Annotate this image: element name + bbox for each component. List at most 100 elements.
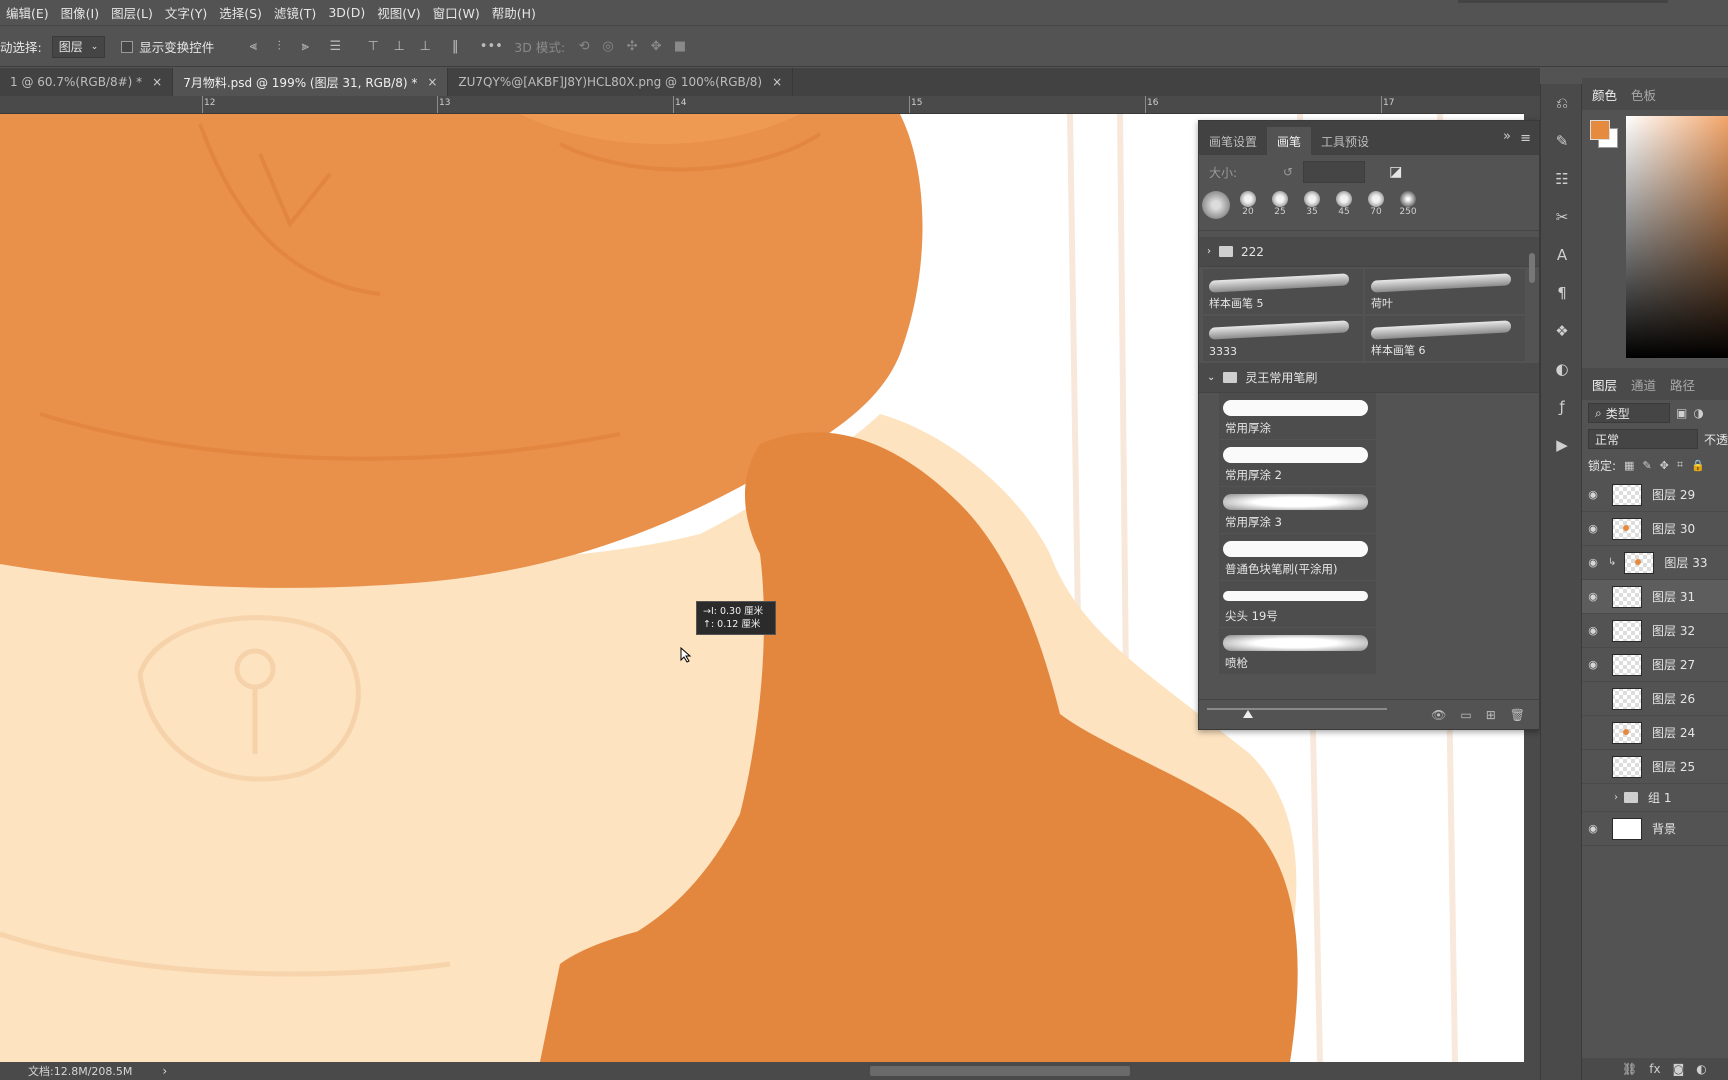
color-picker-field[interactable] [1626, 116, 1728, 358]
menu-type[interactable]: 文字(Y) [159, 3, 213, 22]
more-options-icon[interactable]: ••• [480, 38, 503, 56]
align-bottom-icon[interactable]: ⊥ [416, 38, 434, 56]
tab-channels[interactable]: 通道 [1627, 375, 1660, 394]
size-input[interactable] [1303, 161, 1366, 183]
layer-row[interactable]: ◉ 图层 29 [1582, 478, 1728, 512]
fx-icon[interactable]: fx [1649, 1062, 1660, 1076]
tab-document-2[interactable]: 7月物料.psd @ 199% (图层 31, RGB/8) * × [173, 68, 449, 96]
tab-layers[interactable]: 图层 [1588, 375, 1621, 394]
recent-brush[interactable]: 45 [1331, 191, 1357, 217]
recent-brush[interactable]: 250 [1395, 191, 1421, 217]
layer-row[interactable]: 图层 24 [1582, 716, 1728, 750]
menu-select[interactable]: 选择(S) [213, 3, 268, 22]
paragraph-icon[interactable]: ¶ [1541, 274, 1583, 312]
layer-row[interactable]: 图层 25 [1582, 750, 1728, 784]
image-filter-icon[interactable]: ▣ [1676, 406, 1687, 420]
3d-icon[interactable]: ❖ [1541, 312, 1583, 350]
eye-icon[interactable]: ◉ [1582, 590, 1604, 603]
3d-slide-icon[interactable]: ✥ [647, 38, 665, 56]
adjustment-filter-icon[interactable]: ◑ [1693, 406, 1703, 420]
reset-size-icon[interactable]: ↺ [1283, 165, 1293, 179]
brush-item[interactable]: 普通色块笔刷(平涂用) [1219, 534, 1376, 581]
layer-row[interactable]: ◉ ↳ 图层 33 [1582, 546, 1728, 580]
brush-item[interactable]: 荷叶 [1365, 269, 1525, 314]
align-top-icon[interactable]: ⊤ [364, 38, 382, 56]
eye-icon[interactable]: ◉ [1582, 556, 1604, 569]
layer-row[interactable]: ◉ 图层 30 [1582, 512, 1728, 546]
eye-icon[interactable]: ◉ [1582, 522, 1604, 535]
new-brush-icon[interactable]: ◪ [1389, 164, 1402, 180]
align-right-icon[interactable]: ⫸ [296, 38, 314, 56]
3d-orbit-icon[interactable]: ⟲ [575, 38, 593, 56]
slider-handle[interactable] [1243, 710, 1253, 718]
character-icon[interactable]: A [1541, 236, 1583, 274]
toggle-preview-icon[interactable]: 👁 [1431, 708, 1446, 722]
adjust-icon[interactable]: ◐ [1541, 350, 1583, 388]
brush-item[interactable]: 喷枪 [1219, 628, 1376, 675]
close-icon[interactable]: × [427, 75, 437, 89]
recent-brush[interactable] [1202, 191, 1230, 219]
close-icon[interactable]: × [772, 75, 782, 89]
recent-brush[interactable]: 70 [1363, 191, 1389, 217]
link-layers-icon[interactable]: ⛓ [1622, 1062, 1637, 1076]
tab-color[interactable]: 颜色 [1588, 85, 1621, 104]
layer-row-background[interactable]: ◉ 背景 [1582, 812, 1728, 846]
menu-3d[interactable]: 3D(D) [322, 5, 371, 20]
menu-edit[interactable]: 编辑(E) [0, 3, 55, 22]
recent-brush[interactable]: 20 [1235, 191, 1261, 217]
layer-filter-dropdown[interactable]: ⌕ 类型 [1588, 403, 1670, 423]
3d-camera-icon[interactable]: ■ [671, 38, 689, 56]
tab-paths[interactable]: 路径 [1666, 375, 1699, 394]
horizontal-ruler[interactable]: 12 13 14 15 16 17 [0, 96, 1524, 114]
menu-filter[interactable]: 滤镜(T) [268, 3, 322, 22]
menu-help[interactable]: 帮助(H) [486, 3, 542, 22]
menu-layer[interactable]: 图层(L) [105, 3, 159, 22]
add-mask-icon[interactable]: ◙ [1673, 1062, 1685, 1076]
distribute-icon[interactable]: ☰ [326, 38, 344, 56]
show-transform-checkbox[interactable] [121, 40, 134, 53]
scrollbar-thumb[interactable] [1529, 253, 1535, 283]
brush-settings-icon[interactable]: ✎ [1541, 122, 1583, 160]
align-vcenter-icon[interactable]: ⊥ [390, 38, 408, 56]
eye-icon[interactable]: ◉ [1582, 488, 1604, 501]
brush-list-scrollbar[interactable] [1527, 245, 1537, 685]
brush-item[interactable]: 常用厚涂 3 [1219, 487, 1376, 534]
recent-brush[interactable]: 25 [1267, 191, 1293, 217]
menu-window[interactable]: 窗口(W) [427, 3, 486, 22]
eye-icon[interactable]: ◉ [1582, 624, 1604, 637]
align-left-icon[interactable]: ⫷ [244, 38, 262, 56]
brush-item[interactable]: 样本画笔 6 [1365, 316, 1525, 361]
actions-play-icon[interactable]: ▶ [1541, 426, 1583, 464]
layer-row[interactable]: ◉ 图层 27 [1582, 648, 1728, 682]
eye-icon[interactable]: ◉ [1582, 658, 1604, 671]
layer-row[interactable]: ◉ 图层 31 [1582, 580, 1728, 614]
scrollbar-thumb[interactable] [870, 1066, 1130, 1076]
status-arrow-icon[interactable]: › [162, 1064, 167, 1078]
menu-image[interactable]: 图像(I) [55, 3, 105, 22]
brush-item[interactable]: 3333 [1203, 316, 1363, 361]
align-hcenter-icon[interactable]: ⫶ [270, 38, 288, 56]
tab-document-1[interactable]: 1 @ 60.7%(RGB/8#) * × [0, 68, 174, 96]
brush-item[interactable]: 常用厚涂 [1219, 393, 1376, 440]
adjustment-layer-icon[interactable]: ◐ [1696, 1062, 1706, 1076]
adjustments-icon[interactable]: ☷ [1541, 160, 1583, 198]
tab-tool-presets[interactable]: 工具预设 [1311, 127, 1379, 155]
close-icon[interactable]: × [152, 75, 162, 89]
styles-icon[interactable]: ƒ [1541, 388, 1583, 426]
blend-mode-dropdown[interactable]: 正常 [1588, 429, 1698, 449]
lock-move-icon[interactable]: ✥ [1660, 459, 1669, 472]
tab-brush-settings[interactable]: 画笔设置 [1199, 127, 1267, 155]
lock-all-icon[interactable]: 🔒 [1691, 459, 1705, 472]
lock-artboard-icon[interactable]: ⌗ [1677, 458, 1683, 472]
foreground-color-swatch[interactable] [1590, 120, 1610, 140]
distribute-v-icon[interactable]: ‖ [446, 38, 464, 56]
preview-size-slider[interactable] [1207, 708, 1387, 710]
tools-icon[interactable]: ✂ [1541, 198, 1583, 236]
brush-item[interactable]: 常用厚涂 2 [1219, 440, 1376, 487]
panel-menu-icon[interactable]: ≡ [1520, 131, 1531, 146]
new-group-folder-icon[interactable]: ▭ [1460, 708, 1471, 722]
tab-brushes[interactable]: 画笔 [1267, 127, 1312, 155]
lock-transparent-icon[interactable]: ▦ [1624, 459, 1634, 472]
eye-icon[interactable]: ◉ [1582, 822, 1604, 835]
new-brush-icon[interactable]: ⊞ [1486, 708, 1496, 722]
